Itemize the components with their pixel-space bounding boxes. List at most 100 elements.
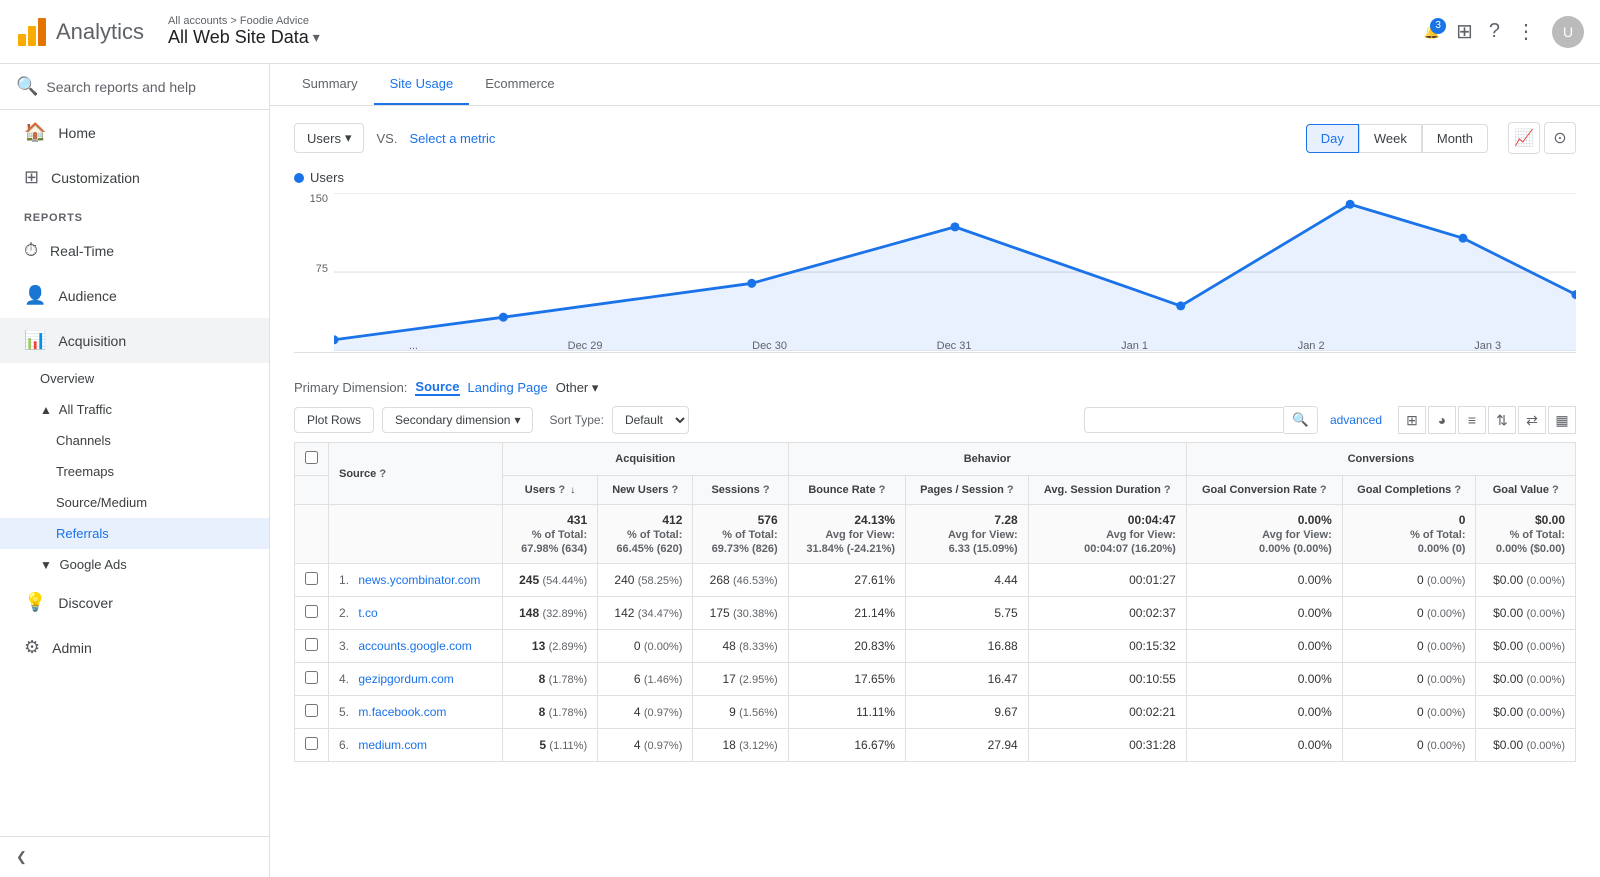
source-link-2[interactable]: t.co [358,606,377,620]
table-view-button[interactable]: ▦ [1548,406,1576,434]
total-pages: 7.28 [994,513,1017,527]
sidebar-item-home[interactable]: 🏠 Home [0,110,269,155]
property-selector[interactable]: All Web Site Data ▾ [168,27,320,48]
source-link-1[interactable]: news.ycombinator.com [358,573,480,587]
users-col-header[interactable]: Users ? ↓ [502,476,597,505]
avg-session-col-header[interactable]: Avg. Session Duration ? [1028,476,1186,505]
sidebar-item-realtime[interactable]: ⏱ Real-Time [0,228,269,273]
dimension-other[interactable]: Other ▾ [556,380,599,396]
notification-badge: 3 [1430,18,1446,34]
dimension-source[interactable]: Source [415,379,459,396]
goal-conv-rate-col-header[interactable]: Goal Conversion Rate ? [1186,476,1342,505]
total-goal-comp: 0 [1459,513,1466,527]
metric-label: Users [307,131,341,146]
time-btn-month[interactable]: Month [1422,124,1488,153]
secondary-dimension-button[interactable]: Secondary dimension ▾ [382,407,533,433]
legend-dot [294,173,304,183]
sec-dim-arrow: ▾ [514,413,520,427]
tab-site-usage[interactable]: Site Usage [374,64,470,105]
sidebar-item-source-medium[interactable]: Source/Medium [0,487,269,518]
help-icon[interactable]: ? [1489,20,1500,43]
select-metric-link[interactable]: Select a metric [409,131,495,146]
sort-type-select[interactable]: Default [612,406,689,434]
source-link-4[interactable]: gezipgordum.com [358,672,453,686]
acquisition-label: Acquisition [58,333,126,349]
topbar-right: 🔔 3 ⊞ ? ⋮ U [1424,16,1584,48]
treemaps-label: Treemaps [56,464,114,479]
filter-view-button[interactable]: ⇅ [1488,406,1516,434]
line-chart-button[interactable]: 📈 [1508,122,1540,154]
source-header: Source ? [329,443,503,505]
sidebar-item-audience[interactable]: 👤 Audience [0,273,269,318]
pie-view-button[interactable]: ◕ [1428,406,1456,434]
goal-value-col-header[interactable]: Goal Value ? [1476,476,1576,505]
total-bounce: 24.13% [854,513,895,527]
referrals-label: Referrals [56,526,109,541]
sidebar-item-customization[interactable]: ⊞ Customization [0,155,269,200]
sidebar-item-all-traffic[interactable]: ▲ All Traffic [0,394,269,425]
avatar[interactable]: U [1552,16,1584,48]
dimension-landing-page[interactable]: Landing Page [468,380,548,395]
apps-icon[interactable]: ⊞ [1456,19,1473,44]
view-buttons: ⊞ ◕ ≡ ⇅ ⇄ ▦ [1398,406,1576,434]
sidebar-item-admin[interactable]: ⚙ Admin [0,625,269,670]
x-label-jan3: Jan 3 [1474,340,1501,352]
sidebar-item-acquisition[interactable]: 📊 Acquisition [0,318,269,363]
sidebar-collapse-button[interactable]: ❮ [0,836,269,877]
sidebar-item-referrals[interactable]: Referrals [0,518,269,549]
main-layout: 🔍 Search reports and help 🏠 Home ⊞ Custo… [0,64,1600,877]
realtime-label: Real-Time [50,243,114,259]
customization-icon: ⊞ [24,167,39,188]
notifications-button[interactable]: 🔔 3 [1424,24,1440,40]
source-link-3[interactable]: accounts.google.com [358,639,471,653]
vs-text: VS. [376,131,397,146]
sidebar-item-google-ads[interactable]: ▼ Google Ads [0,549,269,580]
pages-session-col-header[interactable]: Pages / Session ? [906,476,1029,505]
source-help-icon[interactable]: ? [379,468,386,480]
collapse-arrow-icon: ❮ [16,849,27,865]
sidebar: 🔍 Search reports and help 🏠 Home ⊞ Custo… [0,64,270,877]
sidebar-item-discover[interactable]: 💡 Discover [0,580,269,625]
customization-label: Customization [51,170,140,186]
primary-dimension-label: Primary Dimension: [294,380,407,395]
acquisition-icon: 📊 [24,330,46,351]
main-content: Summary Site Usage Ecommerce Users ▾ VS.… [270,64,1600,877]
chart-y-axis: 150 75 [294,193,334,332]
plot-rows-button[interactable]: Plot Rows [294,407,374,433]
more-options-icon[interactable]: ⋮ [1516,19,1536,44]
motion-chart-button[interactable]: ⊙ [1544,122,1576,154]
admin-icon: ⚙ [24,637,40,658]
table-search-button[interactable]: 🔍 [1284,406,1318,434]
sessions-col-header[interactable]: Sessions ? [693,476,788,505]
list-view-button[interactable]: ≡ [1458,406,1486,434]
chart-type-buttons: 📈 ⊙ [1508,122,1576,154]
table-search-input[interactable] [1084,407,1284,433]
source-link-6[interactable]: medium.com [358,738,427,752]
chart-legend: Users [294,170,1576,185]
metric-dropdown[interactable]: Users ▾ [294,123,364,153]
sort-type-label: Sort Type: [549,413,603,427]
sidebar-item-channels[interactable]: Channels [0,425,269,456]
sidebar-search-row[interactable]: 🔍 Search reports and help [0,64,269,110]
advanced-link[interactable]: advanced [1330,413,1382,427]
time-btn-week[interactable]: Week [1359,124,1422,153]
new-users-col-header[interactable]: New Users ? [598,476,693,505]
goal-comp-col-header[interactable]: Goal Completions ? [1342,476,1476,505]
source-link-5[interactable]: m.facebook.com [358,705,446,719]
topbar: Analytics All accounts > Foodie Advice A… [0,0,1600,64]
chart-controls: Users ▾ VS. Select a metric Day Week Mon… [294,122,1576,154]
sidebar-item-overview[interactable]: Overview [0,363,269,394]
sort-view-button[interactable]: ⇄ [1518,406,1546,434]
total-users: 431 [567,513,587,527]
tab-summary[interactable]: Summary [286,64,374,105]
conversions-header: Conversions [1186,443,1575,476]
grid-view-button[interactable]: ⊞ [1398,406,1426,434]
tab-ecommerce[interactable]: Ecommerce [469,64,570,105]
bounce-rate-col-header[interactable]: Bounce Rate ? [788,476,905,505]
select-all-checkbox[interactable] [295,443,329,476]
table-controls: Plot Rows Secondary dimension ▾ Sort Typ… [294,406,1576,434]
time-btn-day[interactable]: Day [1306,124,1359,153]
sidebar-item-treemaps[interactable]: Treemaps [0,456,269,487]
chart-x-axis: ... Dec 29 Dec 30 Dec 31 Jan 1 Jan 2 Jan… [334,340,1576,352]
y-label-75: 75 [316,263,328,275]
